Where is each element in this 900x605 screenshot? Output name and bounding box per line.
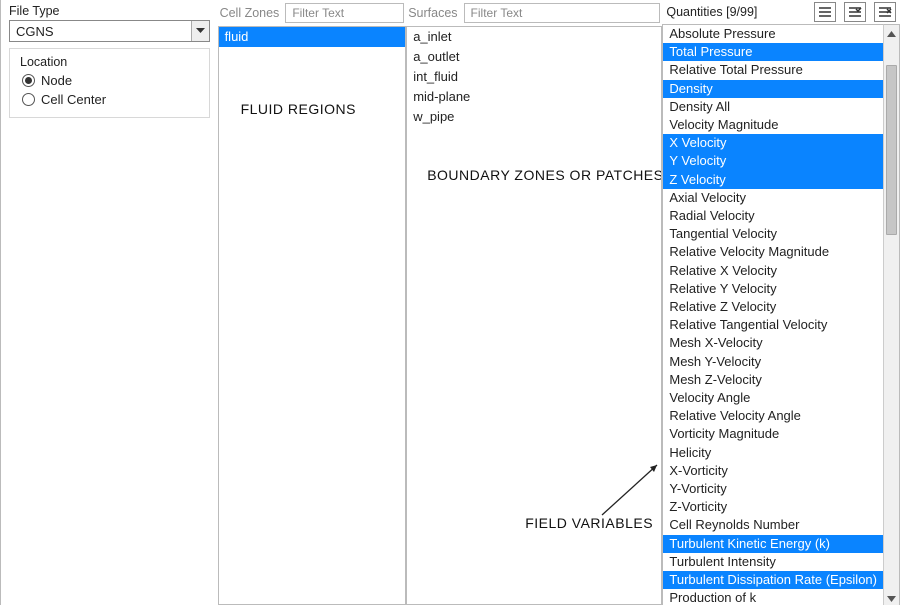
list-item[interactable]: Helicity (663, 444, 883, 462)
list-item[interactable]: Turbulent Kinetic Energy (k) (663, 535, 883, 553)
list-item[interactable]: Relative Tangential Velocity (663, 316, 883, 334)
list-item[interactable]: Relative Velocity Angle (663, 407, 883, 425)
list-item[interactable]: Relative Y Velocity (663, 280, 883, 298)
list-item[interactable]: Mesh Z-Velocity (663, 371, 883, 389)
list-item[interactable]: mid-plane (407, 87, 661, 107)
list-item[interactable]: X-Vorticity (663, 462, 883, 480)
annotation-field-vars: FIELD VARIABLES (525, 515, 653, 531)
cell-zones-filter[interactable]: Filter Text (285, 3, 404, 23)
list-item[interactable]: fluid (219, 27, 406, 47)
surfaces-header: Surfaces (408, 6, 457, 20)
surfaces-list[interactable]: a_inleta_outletint_fluidmid-planew_pipe B… (406, 26, 662, 605)
file-type-value: CGNS (10, 24, 191, 39)
deselect-all-icon[interactable] (874, 2, 896, 22)
list-item[interactable]: Mesh Y-Velocity (663, 353, 883, 371)
list-item[interactable]: Z-Vorticity (663, 498, 883, 516)
radio-cell-center[interactable]: Cell Center (22, 92, 199, 107)
list-item[interactable]: Absolute Pressure (663, 25, 883, 43)
list-item[interactable]: Y-Vorticity (663, 480, 883, 498)
scrollbar[interactable] (883, 24, 900, 605)
radio-cellcenter-label: Cell Center (41, 92, 106, 107)
list-item[interactable]: Relative Z Velocity (663, 298, 883, 316)
list-item[interactable]: Density All (663, 98, 883, 116)
quantities-list[interactable]: Absolute PressureTotal PressureRelative … (662, 24, 883, 605)
list-item[interactable]: Y Velocity (663, 152, 883, 170)
list-item[interactable]: a_outlet (407, 47, 661, 67)
radio-node[interactable]: Node (22, 73, 199, 88)
list-options-icon[interactable] (814, 2, 836, 22)
list-item[interactable]: Total Pressure (663, 43, 883, 61)
list-item[interactable]: int_fluid (407, 67, 661, 87)
scroll-thumb[interactable] (886, 65, 897, 235)
list-item[interactable]: Velocity Magnitude (663, 116, 883, 134)
list-item[interactable]: Production of k (663, 589, 883, 605)
scroll-down-icon[interactable] (884, 591, 899, 605)
chevron-down-icon[interactable] (191, 21, 209, 41)
cell-zones-header: Cell Zones (220, 6, 280, 20)
list-item[interactable]: Vorticity Magnitude (663, 425, 883, 443)
annotation-boundary: BOUNDARY ZONES OR PATCHES (427, 167, 662, 183)
list-item[interactable]: Mesh X-Velocity (663, 334, 883, 352)
list-item[interactable]: Cell Reynolds Number (663, 516, 883, 534)
list-item[interactable]: Axial Velocity (663, 189, 883, 207)
cell-zones-list[interactable]: fluid FLUID REGIONS (218, 26, 407, 605)
list-item[interactable]: Turbulent Dissipation Rate (Epsilon) (663, 571, 883, 589)
annotation-fluid-regions: FLUID REGIONS (241, 101, 356, 117)
list-item[interactable]: Relative Velocity Magnitude (663, 243, 883, 261)
select-all-icon[interactable] (844, 2, 866, 22)
radio-node-label: Node (41, 73, 72, 88)
radio-icon (22, 93, 35, 106)
list-item[interactable]: Velocity Angle (663, 389, 883, 407)
quantities-title: Quantities [9/99] (666, 5, 757, 19)
list-item[interactable]: Relative Total Pressure (663, 61, 883, 79)
location-label: Location (20, 55, 199, 69)
list-item[interactable]: Z Velocity (663, 171, 883, 189)
list-item[interactable]: w_pipe (407, 107, 661, 127)
surfaces-filter[interactable]: Filter Text (464, 3, 661, 23)
list-item[interactable]: Tangential Velocity (663, 225, 883, 243)
list-item[interactable]: Radial Velocity (663, 207, 883, 225)
list-item[interactable]: X Velocity (663, 134, 883, 152)
list-item[interactable]: Relative X Velocity (663, 262, 883, 280)
scroll-up-icon[interactable] (884, 25, 899, 42)
list-item[interactable]: Density (663, 80, 883, 98)
list-item[interactable]: Turbulent Intensity (663, 553, 883, 571)
radio-icon (22, 74, 35, 87)
list-item[interactable]: a_inlet (407, 27, 661, 47)
file-type-label: File Type (9, 4, 210, 18)
file-type-combo[interactable]: CGNS (9, 20, 210, 42)
